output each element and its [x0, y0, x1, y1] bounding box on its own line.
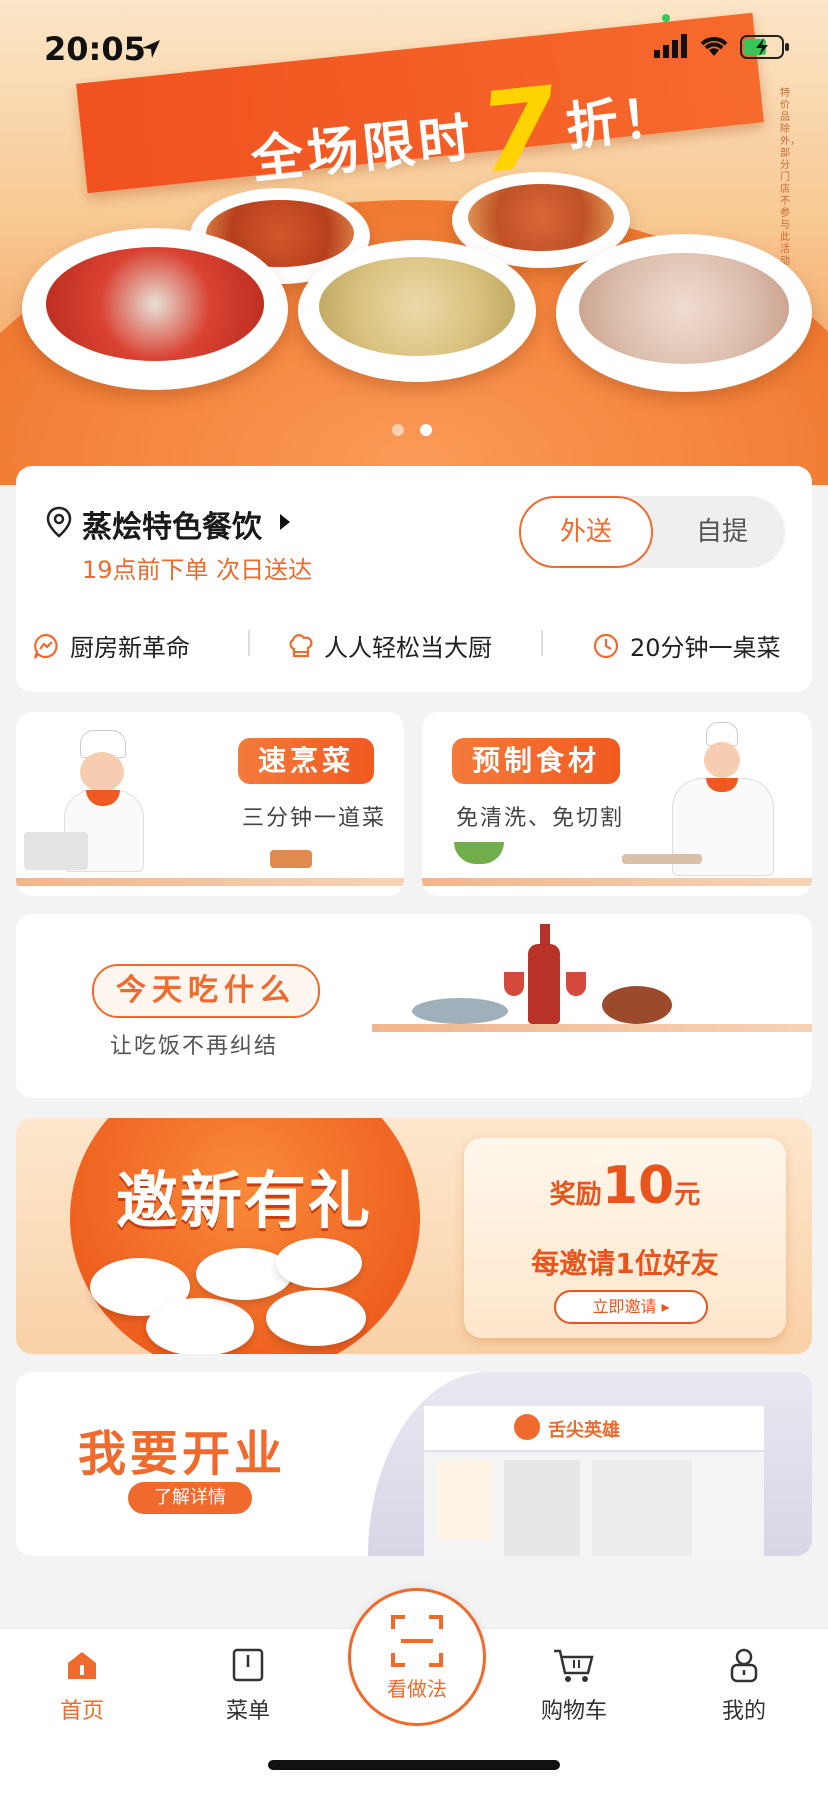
open-store-title: 我要开业 [78, 1426, 287, 1482]
what-to-eat-subtitle: 让吃饭不再纠结 [110, 1034, 279, 1059]
tile-floor [422, 878, 812, 886]
table-illustration [372, 1024, 812, 1032]
reward-label: 奖励 [549, 1180, 602, 1210]
wine-bottle-illustration [528, 944, 560, 1024]
pot-illustration [24, 832, 88, 870]
side-note: 特价品除外，部分门店不参与此活动 [780, 88, 800, 267]
what-to-eat-title: 今天吃什么 [92, 964, 320, 1018]
feature-item: 人人轻松当大厨 [286, 628, 492, 663]
wine-glass-illustration [504, 972, 524, 996]
feature-divider [248, 630, 250, 656]
home-indicator[interactable] [268, 1760, 560, 1770]
tab-label: 我的 [721, 1699, 766, 1724]
status-bar: 20:05 [0, 0, 828, 88]
tab-cart[interactable]: 购物车 [514, 1647, 634, 1725]
camera-indicator [662, 14, 670, 22]
prepared-ingredients-subtitle: 免清洗、免切割 [456, 806, 625, 831]
location-pin-icon [46, 506, 72, 538]
cake-illustration [270, 850, 312, 868]
battery-charging-icon [740, 35, 789, 59]
status-time: 20:05 [44, 30, 146, 68]
tile-floor [16, 878, 404, 886]
store-name[interactable]: 蒸烩特色餐饮 [82, 502, 262, 546]
fish-dish-illustration [412, 998, 508, 1024]
caret-right-icon[interactable] [278, 512, 292, 532]
clock-icon [593, 633, 619, 658]
reward-description: 每邀请1位好友 [531, 1247, 719, 1280]
tab-how-to-cook-button[interactable]: 看做法 [348, 1588, 486, 1726]
shop-logo-icon [514, 1414, 540, 1440]
mode-pickup-option[interactable]: 自提 [659, 496, 785, 568]
storefront-image: 舌尖英雄 [368, 1372, 812, 1556]
dish-pork-image [556, 234, 812, 392]
dish-image [276, 1238, 362, 1288]
wifi-icon [700, 37, 728, 56]
salad-bowl-illustration [454, 842, 504, 864]
feature-divider [541, 630, 543, 656]
delivery-mode-toggle[interactable]: 外送 自提 [519, 496, 785, 568]
reward-card: 奖励10元 每邀请1位好友 立即邀请 ▸ [464, 1138, 786, 1338]
reward-unit: 元 [674, 1180, 701, 1210]
quick-cook-subtitle: 三分钟一道菜 [242, 806, 387, 831]
learn-more-button[interactable]: 了解详情 [128, 1482, 252, 1514]
quick-cook-tile[interactable]: 速烹菜 三分钟一道菜 [16, 712, 404, 896]
tab-menu[interactable]: 菜单 [188, 1647, 308, 1725]
shop-sign-text: 舌尖英雄 [548, 1420, 620, 1441]
what-to-eat-banner[interactable]: 今天吃什么 让吃饭不再纠结 [16, 914, 812, 1098]
quick-cook-title: 速烹菜 [238, 738, 375, 784]
carousel-dot-2-active[interactable] [420, 424, 432, 436]
headline-prefix: 全场限时 [248, 108, 478, 192]
dish-image [146, 1298, 254, 1354]
cutting-board-illustration [622, 854, 702, 864]
cellular-signal-icon [654, 34, 687, 58]
headline-suffix: 折！ [563, 86, 681, 159]
tab-label: 看做法 [387, 1677, 447, 1701]
scan-icon [391, 1615, 443, 1667]
tab-label: 首页 [59, 1699, 104, 1724]
prepared-ingredients-title: 预制食材 [452, 738, 621, 784]
tab-label: 菜单 [225, 1699, 270, 1724]
dish-image [266, 1290, 366, 1346]
mode-delivery-option[interactable]: 外送 [519, 496, 653, 568]
chat-bolt-icon [33, 633, 58, 659]
prepared-ingredients-tile[interactable]: 预制食材 免清洗、免切割 [422, 712, 812, 896]
invite-title: 邀新有礼 [116, 1164, 373, 1237]
carousel-dot-1[interactable] [392, 424, 404, 436]
feature-label: 20分钟一桌菜 [630, 634, 781, 662]
feature-item: 20分钟一桌菜 [592, 628, 781, 663]
feature-item: 厨房新革命 [32, 628, 190, 663]
wine-glass-illustration [566, 972, 586, 996]
delivery-note: 19点前下单 次日送达 [82, 556, 313, 584]
feature-label: 人人轻松当大厨 [324, 634, 492, 662]
menu-icon [232, 1648, 264, 1682]
open-store-banner[interactable]: 我要开业 了解详情 舌尖英雄 [16, 1372, 812, 1556]
dish-fish-image [22, 228, 288, 390]
reward-headline: 奖励10元 [464, 1156, 786, 1216]
cart-icon [554, 1649, 594, 1682]
user-icon [730, 1648, 758, 1683]
tab-home[interactable]: 首页 [22, 1647, 142, 1725]
feature-label: 厨房新革命 [70, 634, 190, 662]
roast-illustration [602, 986, 672, 1024]
invite-banner[interactable]: 邀新有礼 奖励10元 每邀请1位好友 立即邀请 ▸ [16, 1118, 812, 1354]
tab-label: 购物车 [540, 1699, 607, 1724]
location-card: 蒸烩特色餐饮 19点前下单 次日送达 外送 自提 厨房新革命 人人轻松当大厨 2… [16, 466, 812, 692]
tab-profile[interactable]: 我的 [684, 1647, 804, 1725]
invite-now-button[interactable]: 立即邀请 ▸ [554, 1290, 708, 1324]
dish-tripe-image [298, 240, 536, 382]
reward-amount: 10 [601, 1156, 675, 1216]
chef-hat-icon [289, 633, 313, 657]
home-icon [68, 1652, 96, 1679]
location-arrow-icon [142, 40, 160, 58]
